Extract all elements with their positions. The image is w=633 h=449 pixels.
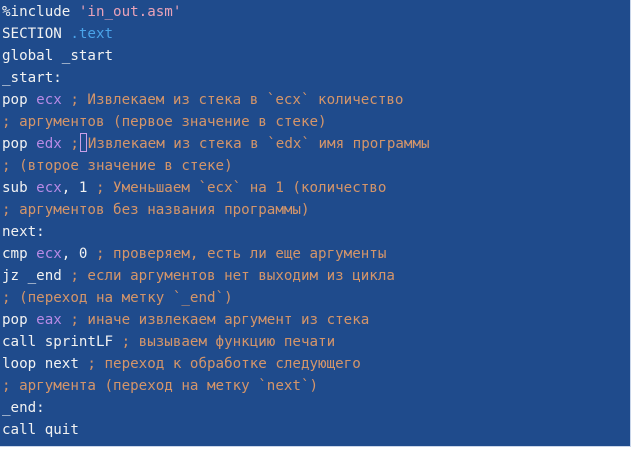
code-token: _end: xyxy=(2,400,45,416)
code-line[interactable]: ; (второе значение в стеке) xyxy=(2,155,430,177)
code-line[interactable]: next: xyxy=(2,221,430,243)
code-comment: ; переход к обработке следующего xyxy=(87,356,361,372)
code-comment: ; xyxy=(61,136,79,152)
code-line[interactable]: call quit xyxy=(2,419,430,441)
code-comment: ; Уменьшаем `ecx` на 1 (количество xyxy=(95,180,387,196)
code-comment: ; (переход на метку `_end`) xyxy=(2,290,233,306)
code-token: pop xyxy=(2,136,37,152)
code-comment: ; проверяем, есть ли еще аргументы xyxy=(95,246,387,262)
code-token: cmp xyxy=(2,246,37,262)
code-line[interactable]: _start: xyxy=(2,67,430,89)
code-token: pop xyxy=(2,312,37,328)
code-comment: ; аргументов (первое значение в стеке) xyxy=(2,114,327,130)
code-comment: ; аргументов без названия программы) xyxy=(2,202,310,218)
code-comment: Извлекаем из стека в `edx` имя программы xyxy=(87,136,430,152)
code-token: _start: xyxy=(2,70,62,86)
code-token: call quit xyxy=(2,422,79,438)
string-literal: 'in_out.asm' xyxy=(78,4,182,20)
code-comment: ; (второе значение в стеке) xyxy=(2,158,233,174)
code-line[interactable]: sub ecx, 1 ; Уменьшаем `ecx` на 1 (колич… xyxy=(2,177,430,199)
code-token: pop xyxy=(2,92,37,108)
code-line[interactable]: %include 'in_out.asm' xyxy=(2,1,430,23)
code-line[interactable]: ; аргументов без названия программы) xyxy=(2,199,430,221)
code-token: next: xyxy=(2,224,45,240)
code-line[interactable]: jz _end ; если аргументов нет выходим из… xyxy=(2,265,430,287)
code-token: , 1 xyxy=(61,180,96,196)
code-line[interactable]: ; (переход на метку `_end`) xyxy=(2,287,430,309)
code-line[interactable]: pop edx ; Извлекаем из стека в `edx` имя … xyxy=(2,133,430,155)
code-line[interactable]: _end: xyxy=(2,397,430,419)
register-name: eax xyxy=(36,312,62,328)
code-line[interactable]: global _start xyxy=(2,45,430,67)
section-name: .text xyxy=(70,26,114,42)
register-name: ecx xyxy=(36,180,62,196)
code-token: sub xyxy=(2,180,37,196)
code-line[interactable]: ; аргумента (переход на метку `next`) xyxy=(2,375,430,397)
text-cursor xyxy=(79,133,87,152)
code-token: , 0 xyxy=(61,246,96,262)
code-token: loop next xyxy=(2,356,88,372)
code-token: global _start xyxy=(2,48,114,64)
code-line[interactable]: loop next ; переход к обработке следующе… xyxy=(2,353,430,375)
code-comment: ; Извлекаем из стека в `ecx` количество xyxy=(61,92,404,108)
code-line[interactable]: ; аргументов (первое значение в стеке) xyxy=(2,111,430,133)
register-name: ecx xyxy=(36,246,62,262)
code-token: call sprintLF xyxy=(2,334,122,350)
register-name: edx xyxy=(36,136,62,152)
code-editor[interactable]: %include 'in_out.asm' SECTION .text global… xyxy=(0,0,631,447)
code-comment: ; если аргументов нет выходим из цикла xyxy=(70,268,395,284)
code-line[interactable]: cmp ecx, 0 ; проверяем, есть ли еще аргу… xyxy=(2,243,430,265)
code-comment: ; вызываем функцию печати xyxy=(121,334,336,350)
code-comment: ; аргумента (переход на метку `next`) xyxy=(2,378,319,394)
code-line[interactable]: pop eax ; иначе извлекаем аргумент из ст… xyxy=(2,309,430,331)
code-line[interactable]: pop ecx ; Извлекаем из стека в `ecx` кол… xyxy=(2,89,430,111)
register-name: ecx xyxy=(36,92,62,108)
code-line[interactable]: SECTION .text xyxy=(2,23,430,45)
code-comment: ; иначе извлекаем аргумент из стека xyxy=(61,312,370,328)
code-content[interactable]: %include 'in_out.asm' SECTION .text global… xyxy=(2,1,430,441)
code-token: SECTION xyxy=(2,26,71,42)
code-token: jz _end xyxy=(2,268,71,284)
code-line[interactable]: call sprintLF ; вызываем функцию печати xyxy=(2,331,430,353)
code-token: %include xyxy=(2,4,79,20)
